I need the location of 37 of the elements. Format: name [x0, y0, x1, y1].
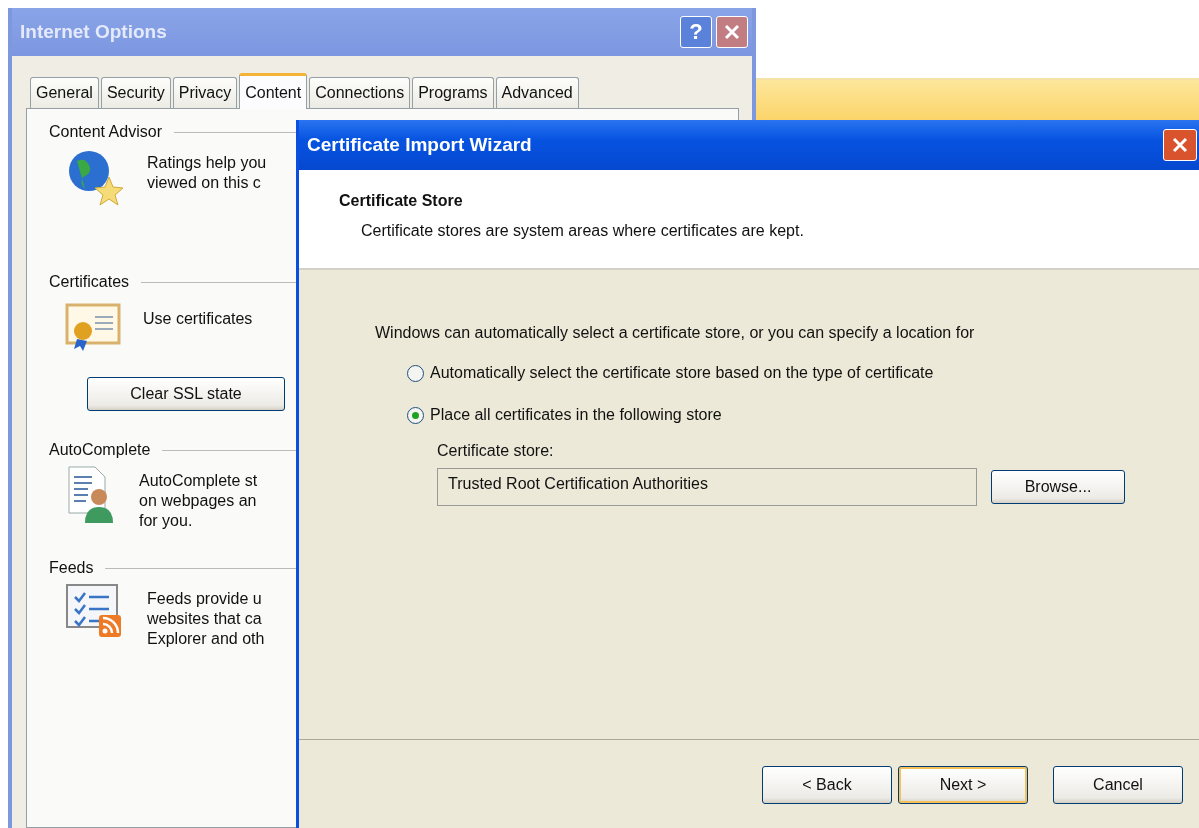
- section-description: Use certificates: [143, 309, 253, 329]
- section-description: Feeds provide u websites that ca Explorer and oth: [147, 589, 265, 649]
- tab[interactable]: Privacy: [172, 77, 238, 108]
- close-button[interactable]: [716, 16, 748, 48]
- browse-button[interactable]: Browse...: [991, 470, 1125, 504]
- certificate-store-field[interactable]: Trusted Root Certification Authorities: [437, 468, 977, 506]
- radio-button[interactable]: [407, 406, 424, 424]
- section-heading: Feeds: [49, 559, 94, 577]
- help-button[interactable]: ?: [680, 16, 712, 48]
- field-label: Certificate store:: [437, 442, 555, 460]
- section-description: Ratings help you viewed on this c: [147, 153, 267, 193]
- wizard-button[interactable]: Cancel: [1053, 766, 1183, 804]
- section-heading: AutoComplete: [49, 441, 151, 459]
- tab[interactable]: Security: [100, 77, 171, 108]
- certificate-icon: [65, 303, 121, 353]
- tab[interactable]: Connections: [309, 77, 411, 108]
- wizard-button[interactable]: < Back: [762, 766, 892, 804]
- tab[interactable]: General: [30, 77, 99, 108]
- clear-ssl-state-button[interactable]: Clear SSL state: [87, 377, 285, 411]
- close-button[interactable]: [1163, 129, 1197, 161]
- close-icon: [1170, 135, 1190, 155]
- radio-label[interactable]: Place all certificates in the following store: [430, 406, 722, 424]
- section-heading: Certificates: [49, 273, 130, 291]
- radio-button[interactable]: [407, 364, 424, 382]
- page-heading: Certificate Store: [339, 192, 464, 210]
- section-description: AutoComplete st on webpages an for you.: [139, 471, 258, 531]
- tab[interactable]: Advanced: [495, 77, 579, 108]
- wizard-button[interactable]: Next >: [898, 766, 1028, 804]
- page-subtitle: Certificate stores are system areas where certificates are kept.: [361, 222, 805, 240]
- window-title: Internet Options: [20, 21, 168, 43]
- section-heading: Content Advisor: [49, 123, 162, 141]
- tab[interactable]: Content: [239, 73, 308, 109]
- window-title: Certificate Import Wizard: [307, 134, 533, 156]
- tab[interactable]: Programs: [412, 77, 494, 108]
- close-icon: [722, 22, 742, 42]
- intro-text: Windows can automatically select a certificate store, or you can specify a location for: [375, 324, 976, 342]
- radio-label[interactable]: Automatically select the certificate store based on the type of certificate: [430, 364, 934, 382]
